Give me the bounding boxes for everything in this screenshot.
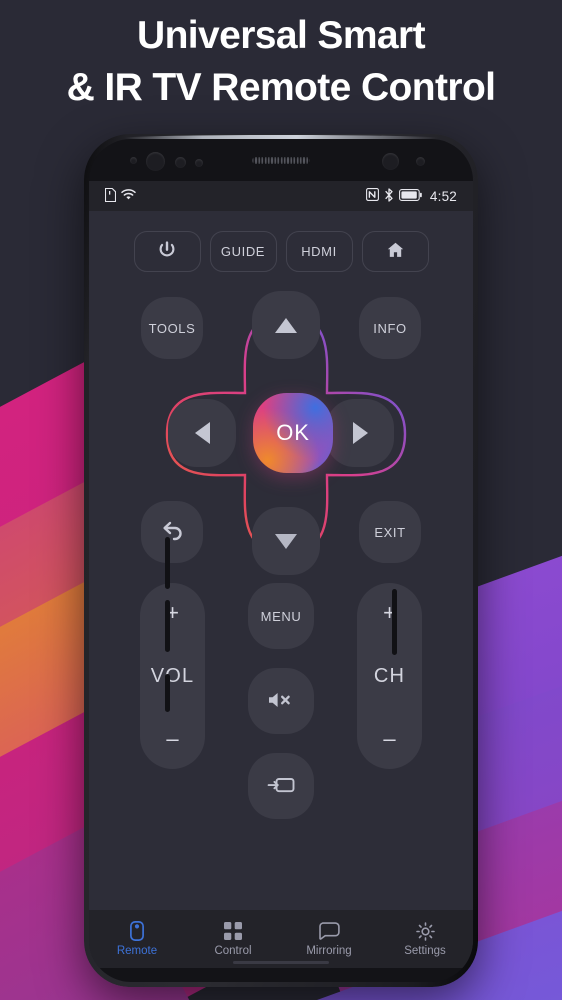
- proximity-sensor-icon: [175, 157, 186, 168]
- nav-item-settings[interactable]: Settings: [377, 921, 473, 957]
- dpad-cluster: TOOLS INFO EXIT OK: [89, 289, 473, 579]
- top-button-row: GUIDE HDMI: [89, 231, 473, 272]
- earpiece-speaker-icon: [252, 157, 310, 164]
- nav-label-mirroring: Mirroring: [306, 945, 352, 957]
- channel-down-button[interactable]: –: [383, 728, 395, 750]
- mute-icon: [267, 690, 295, 713]
- power-button[interactable]: [133, 231, 201, 272]
- volume-down-button[interactable]: –: [166, 728, 178, 750]
- nav-item-control[interactable]: Control: [185, 921, 281, 957]
- channel-rocker[interactable]: + CH –: [357, 583, 422, 769]
- promo-title: Universal Smart & IR TV Remote Control: [0, 10, 562, 115]
- home-button[interactable]: [361, 231, 429, 272]
- nav-label-control: Control: [214, 945, 252, 957]
- lower-controls: + VOL – MENU + CH –: [89, 583, 473, 819]
- remote-app-content: GUIDE HDMI TOOLS INFO EXIT OK + VOL – ME…: [89, 211, 473, 910]
- channel-label: CH: [373, 664, 406, 687]
- back-arrow-icon: [159, 519, 185, 546]
- tools-button[interactable]: TOOLS: [141, 297, 203, 359]
- home-icon: [386, 241, 405, 262]
- phone-bezel: 4:52 GUIDE HDMI TOOLS INFO EXIT OK + VOL…: [89, 139, 473, 982]
- sd-card-icon: [104, 187, 117, 205]
- status-bar-clock: 4:52: [429, 188, 457, 204]
- battery-icon: [398, 188, 422, 204]
- arrow-down-icon: [275, 533, 297, 549]
- nav-item-mirroring[interactable]: Mirroring: [281, 921, 377, 957]
- gear-icon: [415, 921, 435, 941]
- nav-label-remote: Remote: [116, 945, 158, 957]
- promo-title-line-2: & IR TV Remote Control: [66, 66, 496, 110]
- nav-item-remote[interactable]: Remote: [89, 921, 185, 957]
- nfc-icon: [365, 188, 379, 204]
- bottom-navigation: Remote Control Mirroring Settings: [89, 910, 473, 968]
- phone-volume-down-button: [165, 600, 170, 652]
- phone-mockup: 4:52 GUIDE HDMI TOOLS INFO EXIT OK + VOL…: [84, 134, 478, 987]
- wifi-icon: [121, 188, 136, 204]
- dpad-right-button[interactable]: [326, 399, 394, 467]
- status-bar-left: [104, 187, 136, 205]
- info-button[interactable]: INFO: [359, 297, 421, 359]
- ok-button[interactable]: OK: [253, 393, 333, 473]
- volume-label: VOL: [150, 664, 195, 687]
- power-icon: [158, 241, 176, 262]
- dpad-left-button[interactable]: [168, 399, 236, 467]
- guide-button[interactable]: GUIDE: [209, 231, 277, 272]
- status-bar-right: 4:52: [365, 187, 457, 205]
- phone-volume-up-button: [165, 537, 170, 589]
- nav-label-settings: Settings: [404, 945, 446, 957]
- grid-icon: [224, 921, 242, 941]
- promo-title-line-1: Universal Smart: [137, 14, 426, 57]
- hdmi-button[interactable]: HDMI: [285, 231, 353, 272]
- menu-button[interactable]: MENU: [248, 583, 314, 649]
- home-indicator: [233, 961, 329, 964]
- front-camera-icon: [146, 152, 165, 171]
- back-button[interactable]: [141, 501, 203, 563]
- light-sensor-icon: [195, 159, 203, 167]
- notification-led-icon: [416, 157, 425, 166]
- volume-rocker[interactable]: + VOL –: [140, 583, 205, 769]
- arrow-right-icon: [352, 422, 368, 444]
- arrow-left-icon: [194, 422, 210, 444]
- status-bar: 4:52: [89, 181, 473, 211]
- phone-power-button: [392, 589, 397, 655]
- phone-sensor-row: [89, 139, 473, 181]
- phone-screen: 4:52 GUIDE HDMI TOOLS INFO EXIT OK + VOL…: [89, 181, 473, 968]
- bluetooth-icon: [384, 187, 394, 205]
- screen-mirror-icon: [318, 921, 340, 941]
- dpad-down-button[interactable]: [252, 507, 320, 575]
- arrow-up-icon: [275, 317, 297, 333]
- ir-sensor-icon: [130, 157, 137, 164]
- phone-assistant-button: [165, 674, 170, 712]
- input-source-icon: [267, 775, 295, 798]
- mute-button[interactable]: [248, 668, 314, 734]
- dpad-up-button[interactable]: [252, 291, 320, 359]
- iris-scanner-icon: [382, 153, 399, 170]
- remote-icon: [130, 921, 144, 941]
- source-button[interactable]: [248, 753, 314, 819]
- exit-button[interactable]: EXIT: [359, 501, 421, 563]
